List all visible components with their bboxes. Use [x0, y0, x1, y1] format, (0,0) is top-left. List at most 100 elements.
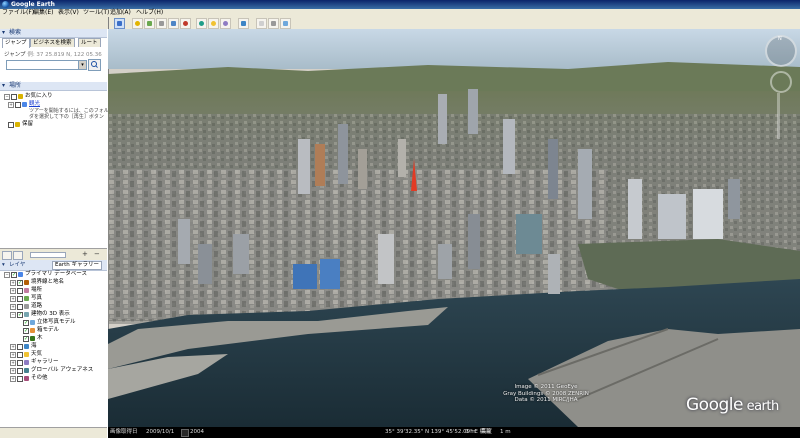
attribution-line: Data © 2011 MIRC/JHA [514, 397, 578, 403]
add-overlay-button[interactable] [168, 18, 179, 29]
expand-toggle[interactable]: + [10, 288, 16, 294]
switch-planet-button[interactable] [220, 18, 231, 29]
add-placemark-button[interactable] [132, 18, 143, 29]
layer-checkbox[interactable] [17, 344, 23, 350]
earth-3d-viewer[interactable]: N Image © 2011 GeoEye Gray Buildings © 2… [108, 29, 800, 427]
layer-checkbox[interactable]: ✓ [11, 272, 17, 278]
search-hint: ジャンプ 例: 37 25.819 N, 122 05.36 [4, 50, 102, 58]
layer-checkbox[interactable]: ✓ [17, 312, 23, 318]
layer-label: 箱モデル [37, 327, 60, 333]
layers-panel-title: レイヤ [9, 262, 26, 268]
expand-toggle[interactable]: + [10, 376, 16, 382]
historical-imagery-icon[interactable] [181, 429, 189, 437]
layer-checkbox[interactable]: ✓ [23, 320, 29, 326]
search-places-button[interactable] [2, 251, 12, 260]
menu-view[interactable]: 表示(V) [58, 9, 79, 17]
places-item-label: お気に入り [25, 93, 53, 99]
clock-icon [199, 21, 204, 26]
planet-icon [223, 21, 228, 26]
menu-bar: ファイル(F) 編集(E) 表示(V) ツール(T) 追加(A) ヘルプ(H) [0, 9, 800, 17]
expand-toggle[interactable]: − [4, 94, 10, 100]
layer-label: 立体写真モデル [37, 319, 76, 325]
menu-help[interactable]: ヘルプ(H) [136, 9, 163, 17]
layer-label: 境界線と地名 [31, 279, 65, 285]
record-tour-button[interactable] [180, 18, 191, 29]
expand-toggle[interactable]: − [10, 312, 16, 318]
print-button[interactable] [268, 18, 279, 29]
layer-checkbox[interactable] [17, 376, 23, 382]
look-control[interactable] [770, 71, 792, 93]
places-panel-title: 場所 [9, 82, 22, 89]
places-slider[interactable] [30, 252, 66, 258]
maps-icon [283, 21, 288, 26]
sidebar-toggle-button[interactable] [114, 18, 125, 29]
search-input[interactable] [6, 60, 86, 70]
zoom-slider[interactable] [777, 93, 780, 139]
add-icon[interactable]: + [82, 250, 88, 259]
layer-icon [30, 320, 35, 325]
search-history-dropdown[interactable]: ▾ [78, 60, 87, 70]
sidebar-icon [117, 21, 122, 26]
sunlight-button[interactable] [208, 18, 219, 29]
list-view-button[interactable] [13, 251, 23, 260]
expand-toggle[interactable]: + [8, 102, 14, 108]
earth-gallery-button[interactable]: Earth ギャラリー [52, 261, 102, 270]
layer-checkbox[interactable] [17, 296, 23, 302]
layer-checkbox[interactable]: ✓ [23, 336, 29, 342]
places-item-label[interactable]: 観光 [29, 101, 40, 108]
layer-label: 建物の 3D 表示 [31, 311, 70, 317]
folder-icon [15, 122, 20, 127]
tab-directions[interactable]: ルート [78, 38, 101, 47]
print-icon [271, 21, 276, 26]
layer-checkbox[interactable] [17, 360, 23, 366]
add-path-button[interactable] [156, 18, 167, 29]
email-button[interactable] [256, 18, 267, 29]
layer-checkbox[interactable] [17, 368, 23, 374]
places-item-label: 保留 [22, 121, 34, 127]
folder-icon [18, 94, 23, 99]
layer-checkbox[interactable] [17, 352, 23, 358]
collapse-arrow-icon: ▾ [2, 29, 6, 36]
sidebar-bottom-bar [0, 427, 107, 438]
checkbox[interactable] [11, 94, 17, 100]
image-overlay-icon [171, 21, 176, 26]
menu-file[interactable]: ファイル(F) [2, 9, 34, 17]
places-panel-header[interactable]: ▾ 場所 [0, 82, 107, 91]
tab-fly-to[interactable]: ジャンプ [2, 38, 30, 48]
logo-earth: earth [746, 399, 780, 414]
layers-panel-header[interactable]: ▾ レイヤ Earth ギャラリー [0, 260, 107, 271]
navigation-compass[interactable]: N [765, 35, 797, 67]
layer-label: 道路 [31, 303, 43, 309]
expand-toggle[interactable]: − [4, 272, 10, 278]
layer-label: プライマリ データベース [25, 271, 87, 277]
checkbox[interactable] [8, 122, 14, 128]
layer-checkbox[interactable]: ✓ [23, 328, 29, 334]
add-polygon-button[interactable] [144, 18, 155, 29]
expand-toggle[interactable]: + [10, 360, 16, 366]
menu-add[interactable]: 追加(A) [110, 9, 131, 17]
search-button[interactable] [88, 59, 101, 71]
checkbox[interactable] [15, 102, 21, 108]
layer-icon [24, 360, 29, 365]
menu-edit[interactable]: 編集(E) [33, 9, 53, 17]
layer-label: グローバル アウェアネス [31, 367, 94, 373]
tab-find-businesses[interactable]: ビジネスを検索 [30, 38, 75, 47]
expand-toggle[interactable]: + [10, 304, 16, 310]
layer-checkbox[interactable] [17, 304, 23, 310]
expand-toggle[interactable]: + [10, 368, 16, 374]
view-in-maps-button[interactable] [280, 18, 291, 29]
city-scene [108, 29, 800, 427]
ruler-button[interactable] [238, 18, 249, 29]
expand-toggle[interactable]: + [10, 352, 16, 358]
expand-toggle[interactable]: + [10, 296, 16, 302]
search-hint-label: ジャンプ [4, 52, 26, 58]
search-panel-header[interactable]: ▾ 検索 [0, 29, 107, 38]
menu-tools[interactable]: ツール(T) [83, 9, 109, 17]
layer-checkbox[interactable] [17, 288, 23, 294]
remove-icon[interactable]: − [94, 250, 100, 259]
historical-imagery-button[interactable] [196, 18, 207, 29]
expand-toggle[interactable]: + [10, 344, 16, 350]
layer-checkbox[interactable]: ✓ [17, 280, 23, 286]
expand-toggle[interactable]: + [10, 280, 16, 286]
polygon-icon [147, 21, 152, 26]
